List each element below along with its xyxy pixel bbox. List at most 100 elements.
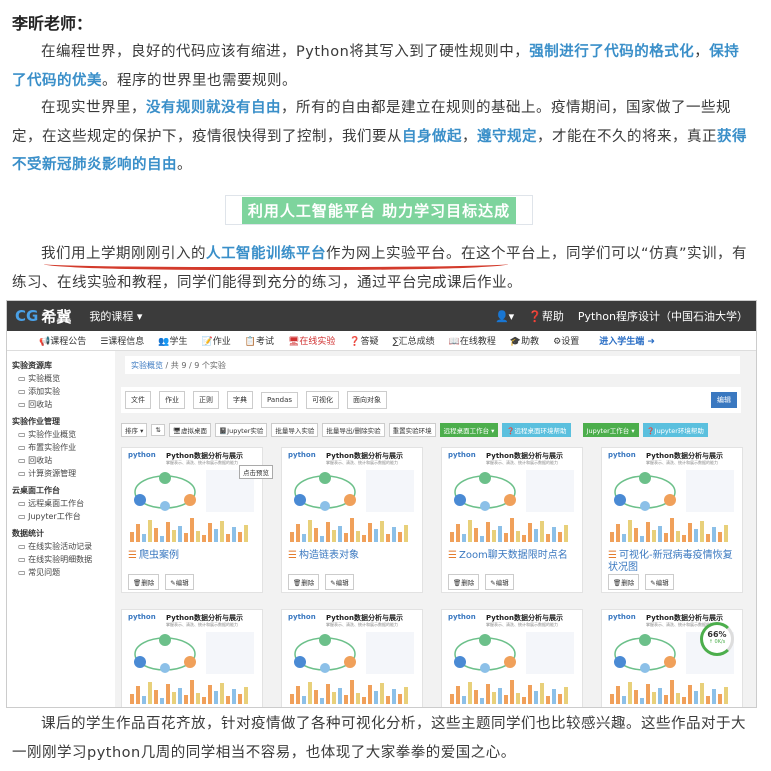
edit-card-button[interactable]: ✎编辑 [325, 574, 354, 590]
card-thumbnail[interactable]: python Python数据分析与展示 掌握表示、清洗、统计和展示数据的能力 [442, 448, 582, 546]
sidebar-section-title: 实验作业管理 [12, 417, 60, 426]
toolbar-button[interactable]: 排序 ▾ [121, 423, 148, 437]
nav-item[interactable]: ❓答疑 [349, 334, 378, 347]
thumb-subtitle: 掌握表示、清洗、统计和展示数据的能力 [166, 460, 238, 465]
experiment-card[interactable]: python Python数据分析与展示 掌握表示、清洗、统计和展示数据的能力 [441, 609, 583, 707]
toolbar-button[interactable]: 批量导入实验 [271, 423, 319, 437]
card-thumbnail[interactable]: python Python数据分析与展示 掌握表示、清洗、统计和展示数据的能力 [282, 610, 422, 707]
sidebar-item[interactable]: ▭ 实验作业概览 [12, 429, 110, 440]
delete-button[interactable]: 🗑删除 [608, 574, 640, 590]
desktop-help-button[interactable]: ❓远程桌面环境帮助 [502, 423, 571, 437]
card-thumbnail[interactable]: python Python数据分析与展示 掌握表示、清洗、统计和展示数据的能力 [122, 610, 262, 707]
filter-chip[interactable]: 作业 [159, 391, 185, 409]
thumb-picture [686, 470, 734, 512]
sidebar-item[interactable]: ▭ 实验概览 [12, 373, 110, 384]
card-thumbnail[interactable]: python Python数据分析与展示 掌握表示、清洗、统计和展示数据的能力 [122, 448, 262, 546]
filter-chip[interactable]: 文件 [125, 391, 151, 409]
thumb-logo: python [608, 451, 636, 459]
edit-card-button[interactable]: ✎编辑 [485, 574, 514, 590]
my-course-menu[interactable]: 我的课程 ▾ [89, 308, 142, 324]
sidebar-item[interactable]: ▭ 在线实验活动记录 [12, 541, 110, 552]
sidebar-item[interactable]: ▭ Jupyter工作台 [12, 511, 110, 522]
filter-chip[interactable]: 正则 [193, 391, 219, 409]
filter-chip[interactable]: Pandas [261, 392, 299, 408]
card-thumbnail[interactable]: python Python数据分析与展示 掌握表示、清洗、统计和展示数据的能力 [602, 448, 742, 546]
thumb-bars [450, 516, 576, 542]
sidebar-item[interactable]: ▭ 常见问题 [12, 567, 110, 578]
card-title[interactable]: ☰ 可视化-新冠病毒疫情恢复状况图 [602, 546, 742, 574]
toolbar-button[interactable]: 重置实验环境 [388, 423, 436, 437]
main-panel: 实验概览 / 共 9 / 9 个实验 文件 作业 正则 字典 Pandas 可视化 面向对象… [115, 351, 756, 707]
thumb-logo: python [448, 451, 476, 459]
thumb-bars [130, 516, 256, 542]
toolbar-button[interactable]: ⇅ [151, 424, 165, 436]
experiment-icon: ☰ [608, 550, 617, 561]
edit-card-button[interactable]: ✎编辑 [645, 574, 674, 590]
filter-chip[interactable]: 可视化 [306, 391, 340, 409]
thumb-diagram [290, 632, 360, 676]
user-icon[interactable]: 👤▾ [495, 310, 514, 323]
nav-item[interactable]: 🖥在线实验 [288, 334, 335, 347]
nav-item[interactable]: 📖在线教程 [449, 334, 496, 347]
thumb-diagram [290, 470, 360, 514]
sidebar-item[interactable]: ▭ 远程桌面工作台 [12, 498, 110, 509]
delete-button[interactable]: 🗑删除 [288, 574, 320, 590]
card-thumbnail[interactable]: python Python数据分析与展示 掌握表示、清洗、统计和展示数据的能力 [442, 610, 582, 707]
nav-item[interactable]: 📝作业 [202, 334, 231, 347]
filter-chip[interactable]: 面向对象 [347, 391, 388, 409]
sidebar-item[interactable]: ▭ 在线实验明细数据 [12, 554, 110, 565]
help-link[interactable]: ❓帮助 [528, 308, 564, 324]
breadcrumb: 实验概览 / 共 9 / 9 个实验 [125, 356, 740, 374]
card-title[interactable]: ☰ Zoom聊天数据限时点名 [442, 546, 582, 574]
toolbar-button[interactable]: 🖥虚拟桌面 [168, 423, 212, 437]
enter-student-link[interactable]: 进入学生端 ➜ [599, 334, 655, 347]
nav-item[interactable]: 📢课程公告 [39, 334, 86, 347]
nav-item[interactable]: ⚙设置 [553, 334, 579, 347]
thumb-bars [290, 678, 416, 704]
experiment-card[interactable]: python Python数据分析与展示 掌握表示、清洗、统计和展示数据的能力 [281, 609, 423, 707]
sidebar-item[interactable]: ▭ 添加实验 [12, 386, 110, 397]
toolbar-button[interactable]: 📓Jupyter实验 [215, 423, 268, 437]
section-title: 利用人工智能平台 助力学习目标达成 [225, 195, 533, 225]
thumb-subtitle: 掌握表示、清洗、统计和展示数据的能力 [326, 460, 398, 465]
delete-button[interactable]: 🗑删除 [448, 574, 480, 590]
thumb-diagram [610, 470, 680, 514]
course-name[interactable]: Python程序设计（中国石油大学） [578, 308, 748, 324]
thumb-picture [526, 470, 574, 512]
edit-card-button[interactable]: ✎编辑 [165, 574, 194, 590]
paragraph-freedom-rules: 在现实世界里，没有规则就没有自由，所有的自由都是建立在规则的基础上。疫情期间，国… [12, 100, 747, 173]
edit-button[interactable]: 编辑 [711, 392, 737, 408]
nav-item[interactable]: 📋考试 [245, 334, 274, 347]
experiment-card[interactable]: python Python数据分析与展示 掌握表示、清洗、统计和展示数据的能力 ☰ Zo… [441, 447, 583, 593]
delete-button[interactable]: 🗑删除 [128, 574, 160, 590]
thumb-logo: python [288, 451, 316, 459]
card-thumbnail[interactable]: python Python数据分析与展示 掌握表示、清洗、统计和展示数据的能力 [282, 448, 422, 546]
sidebar-item[interactable]: ▭ 回收站 [12, 399, 110, 410]
experiment-card[interactable]: python Python数据分析与展示 掌握表示、清洗、统计和展示数据的能力 ☰ 构造… [281, 447, 423, 593]
breadcrumb-link[interactable]: 实验概览 [131, 361, 163, 370]
nav-item[interactable]: 🎓助教 [510, 334, 539, 347]
experiment-icon: ☰ [448, 550, 457, 561]
thumb-subtitle: 掌握表示、清洗、统计和展示数据的能力 [166, 622, 238, 627]
jupyter-help-button[interactable]: ❓Jupyter环境帮助 [642, 423, 708, 437]
experiment-card[interactable]: python Python数据分析与展示 掌握表示、清洗、统计和展示数据的能力 [121, 609, 263, 707]
desktop-workspace-button[interactable]: 远程桌面工作台 ▾ [439, 423, 499, 437]
thumb-picture [366, 470, 414, 512]
course-nav: 📢课程公告 ☰课程信息 👥学生 📝作业 📋考试 🖥在线实验 ❓答疑 ∑汇总成绩 📖在线教程 🎓助教… [7, 331, 756, 351]
card-title[interactable]: ☰ 爬虫案例 [122, 546, 262, 574]
toolbar-button[interactable]: 批量导出/删除实验 [322, 423, 385, 437]
nav-item[interactable]: ∑汇总成绩 [393, 334, 435, 347]
jupyter-workspace-button[interactable]: Jupyter工作台 ▾ [582, 423, 639, 437]
filter-chip[interactable]: 字典 [227, 391, 253, 409]
sidebar-item[interactable]: ▭ 布置实验作业 [12, 442, 110, 453]
experiment-card[interactable]: python Python数据分析与展示 掌握表示、清洗、统计和展示数据的能力 ☰ 可视… [601, 447, 743, 593]
nav-item[interactable]: ☰课程信息 [100, 334, 144, 347]
thumb-bars [290, 516, 416, 542]
sidebar-item[interactable]: ▭ 计算资源管理 [12, 468, 110, 479]
thumb-subtitle: 掌握表示、清洗、统计和展示数据的能力 [486, 460, 558, 465]
card-title[interactable]: ☰ 构造链表对象 [282, 546, 422, 574]
nav-item[interactable]: 👥学生 [158, 334, 187, 347]
sidebar-item[interactable]: ▭ 回收站 [12, 455, 110, 466]
thumb-logo: python [448, 613, 476, 621]
platform-screenshot: CG 希冀 我的课程 ▾ 👤▾ ❓帮助 Python程序设计（中国石油大学） 📢课… [6, 300, 757, 708]
